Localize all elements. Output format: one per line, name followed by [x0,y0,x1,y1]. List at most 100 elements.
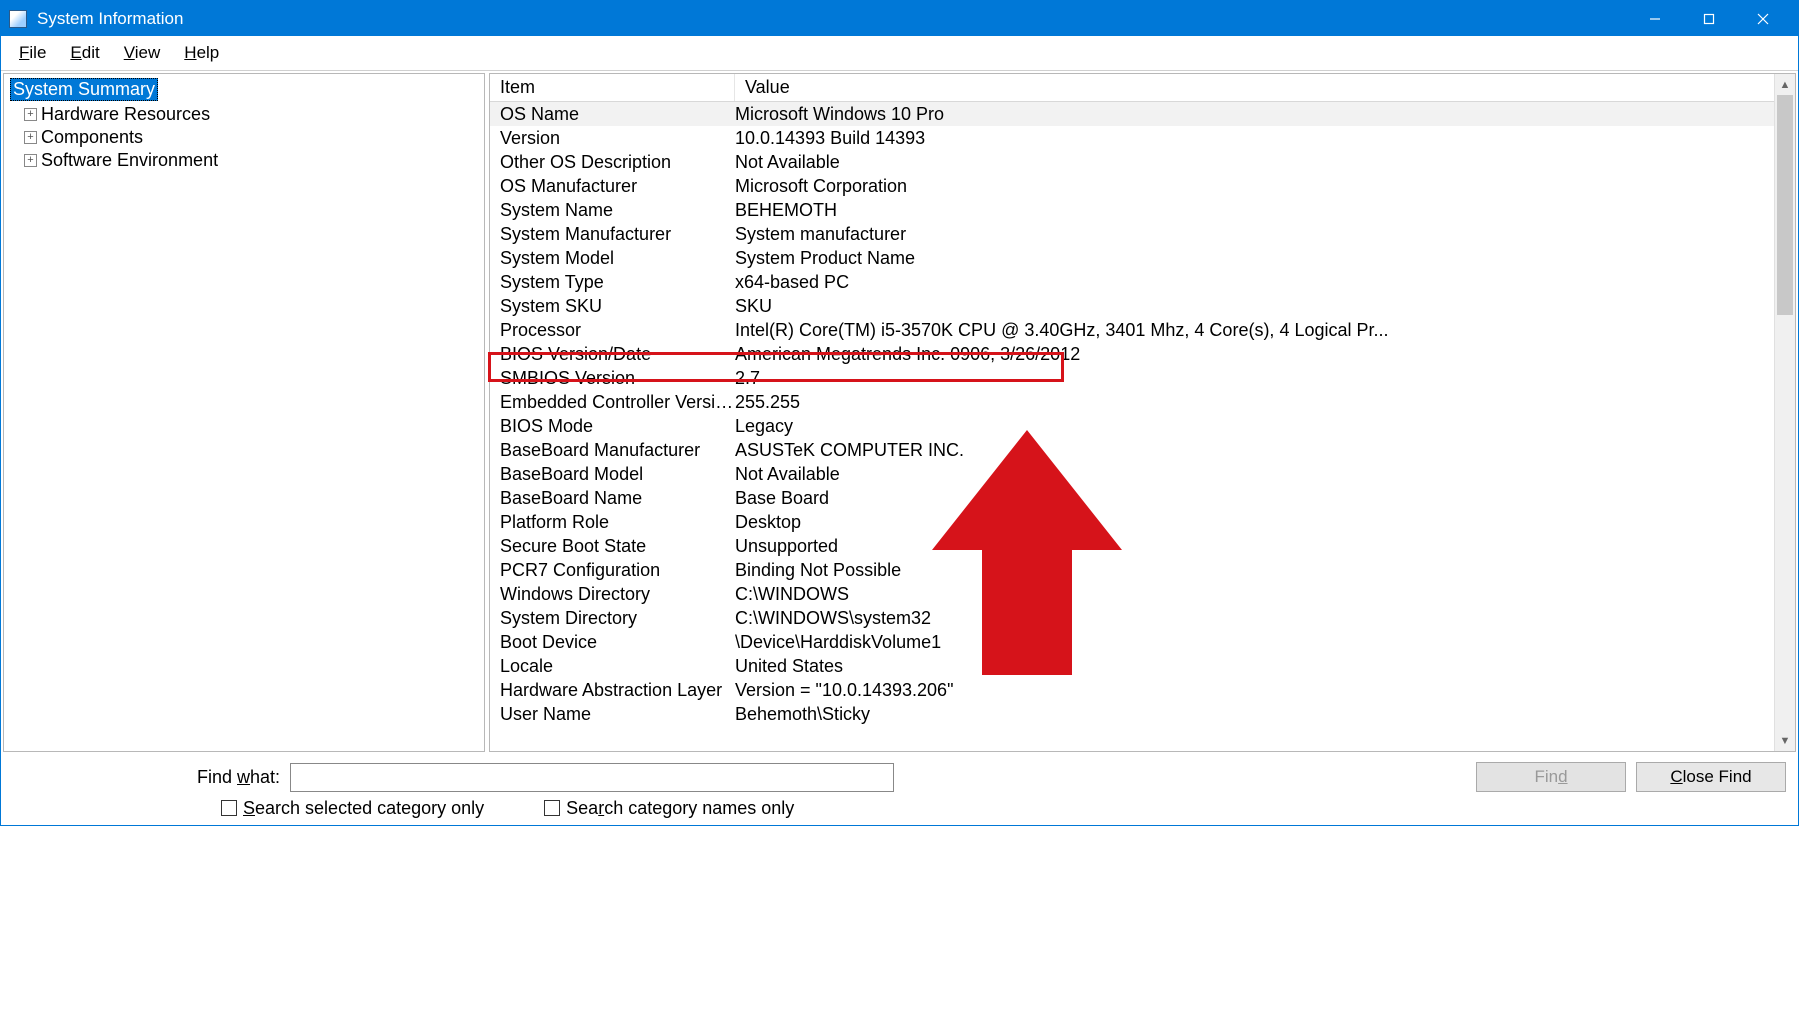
cell-value: ASUSTeK COMPUTER INC. [735,440,1774,461]
category-tree[interactable]: System Summary + Hardware Resources+Compo… [3,73,485,752]
table-row[interactable]: System ManufacturerSystem manufacturer [490,222,1774,246]
tree-item-label: Hardware Resources [41,104,210,125]
table-row[interactable]: ProcessorIntel(R) Core(TM) i5-3570K CPU … [490,318,1774,342]
cell-value: BEHEMOTH [735,200,1774,221]
menu-view[interactable]: View [114,40,171,66]
window-title: System Information [37,9,183,29]
cell-item: Platform Role [490,512,735,533]
cell-value: American Megatrends Inc. 0906, 3/26/2012 [735,344,1774,365]
details-list: Item Value OS NameMicrosoft Windows 10 P… [489,73,1796,752]
cell-value: 255.255 [735,392,1774,413]
find-button[interactable]: Find [1476,762,1626,792]
content-area: System Summary + Hardware Resources+Compo… [1,70,1798,754]
table-row[interactable]: Version10.0.14393 Build 14393 [490,126,1774,150]
minimize-button[interactable] [1628,1,1682,36]
table-row[interactable]: BaseBoard NameBase Board [490,486,1774,510]
checkbox-icon [221,800,237,816]
cell-value: SKU [735,296,1774,317]
cell-value: \Device\HarddiskVolume1 [735,632,1774,653]
tree-item-label: Software Environment [41,150,218,171]
cell-value: 2.7 [735,368,1774,389]
table-row[interactable]: Secure Boot StateUnsupported [490,534,1774,558]
table-row[interactable]: Hardware Abstraction LayerVersion = "10.… [490,678,1774,702]
table-row[interactable]: SMBIOS Version2.7 [490,366,1774,390]
table-row[interactable]: User NameBehemoth\Sticky [490,702,1774,726]
cell-value: C:\WINDOWS [735,584,1774,605]
tree-item[interactable]: + Software Environment [24,149,478,172]
table-row[interactable]: LocaleUnited States [490,654,1774,678]
maximize-button[interactable] [1682,1,1736,36]
table-row[interactable]: System ModelSystem Product Name [490,246,1774,270]
menu-bar: File Edit View Help [1,36,1798,70]
table-row[interactable]: BaseBoard ManufacturerASUSTeK COMPUTER I… [490,438,1774,462]
cell-item: SMBIOS Version [490,368,735,389]
menu-edit[interactable]: Edit [60,40,109,66]
cell-item: System Name [490,200,735,221]
cell-item: Processor [490,320,735,341]
cell-item: System Type [490,272,735,293]
table-row[interactable]: Other OS DescriptionNot Available [490,150,1774,174]
expander-icon[interactable]: + [24,108,37,121]
scroll-down-arrow[interactable]: ▼ [1775,730,1795,751]
table-row[interactable]: System DirectoryC:\WINDOWS\system32 [490,606,1774,630]
table-row[interactable]: BIOS ModeLegacy [490,414,1774,438]
table-row[interactable]: Boot Device\Device\HarddiskVolume1 [490,630,1774,654]
cell-item: BaseBoard Model [490,464,735,485]
cell-item: System Model [490,248,735,269]
table-row[interactable]: Embedded Controller Version255.255 [490,390,1774,414]
cell-item: Hardware Abstraction Layer [490,680,735,701]
search-category-names-checkbox[interactable]: Search category names only [544,798,794,819]
titlebar: System Information [1,1,1798,36]
search-selected-category-checkbox[interactable]: Search selected category only [221,798,484,819]
cell-item: Windows Directory [490,584,735,605]
table-row[interactable]: System SKUSKU [490,294,1774,318]
table-row[interactable]: OS NameMicrosoft Windows 10 Pro [490,102,1774,126]
cell-item: Embedded Controller Version [490,392,735,413]
table-row[interactable]: System NameBEHEMOTH [490,198,1774,222]
scroll-thumb[interactable] [1777,95,1793,315]
cell-value: Microsoft Corporation [735,176,1774,197]
cell-item: User Name [490,704,735,725]
table-row[interactable]: Windows DirectoryC:\WINDOWS [490,582,1774,606]
find-panel: Find what: Find Close Find Search select… [1,754,1798,825]
tree-item[interactable]: +Components [24,126,478,149]
column-header-item[interactable]: Item [490,74,735,101]
menu-help[interactable]: Help [174,40,229,66]
table-row[interactable]: OS ManufacturerMicrosoft Corporation [490,174,1774,198]
table-row[interactable]: BaseBoard ModelNot Available [490,462,1774,486]
close-button[interactable] [1736,1,1790,36]
cell-value: Behemoth\Sticky [735,704,1774,725]
column-header-value[interactable]: Value [735,74,1774,101]
cell-value: Desktop [735,512,1774,533]
cell-value: Intel(R) Core(TM) i5-3570K CPU @ 3.40GHz… [735,320,1774,341]
vertical-scrollbar[interactable]: ▲ ▼ [1774,74,1795,751]
cell-item: Secure Boot State [490,536,735,557]
table-row[interactable]: BIOS Version/DateAmerican Megatrends Inc… [490,342,1774,366]
table-row[interactable]: PCR7 ConfigurationBinding Not Possible [490,558,1774,582]
scroll-up-arrow[interactable]: ▲ [1775,74,1795,95]
find-what-label: Find what: [197,767,280,788]
expander-icon[interactable]: + [24,131,37,144]
cell-item: Locale [490,656,735,677]
cell-item: PCR7 Configuration [490,560,735,581]
cell-value: Microsoft Windows 10 Pro [735,104,1774,125]
tree-root-system-summary[interactable]: System Summary [10,78,158,101]
cell-value: Unsupported [735,536,1774,557]
close-find-button[interactable]: Close Find [1636,762,1786,792]
cell-item: Other OS Description [490,152,735,173]
table-row[interactable]: Platform RoleDesktop [490,510,1774,534]
column-headers: Item Value [490,74,1774,102]
tree-item[interactable]: + Hardware Resources [24,103,478,126]
cell-value: Binding Not Possible [735,560,1774,581]
expander-icon[interactable]: + [24,154,37,167]
menu-file[interactable]: File [9,40,56,66]
cell-value: Not Available [735,152,1774,173]
find-input[interactable] [290,763,894,792]
cell-item: BaseBoard Manufacturer [490,440,735,461]
table-row[interactable]: System Typex64-based PC [490,270,1774,294]
app-icon [9,10,27,28]
cell-value: United States [735,656,1774,677]
cell-value: Legacy [735,416,1774,437]
cell-value: Base Board [735,488,1774,509]
cell-value: 10.0.14393 Build 14393 [735,128,1774,149]
